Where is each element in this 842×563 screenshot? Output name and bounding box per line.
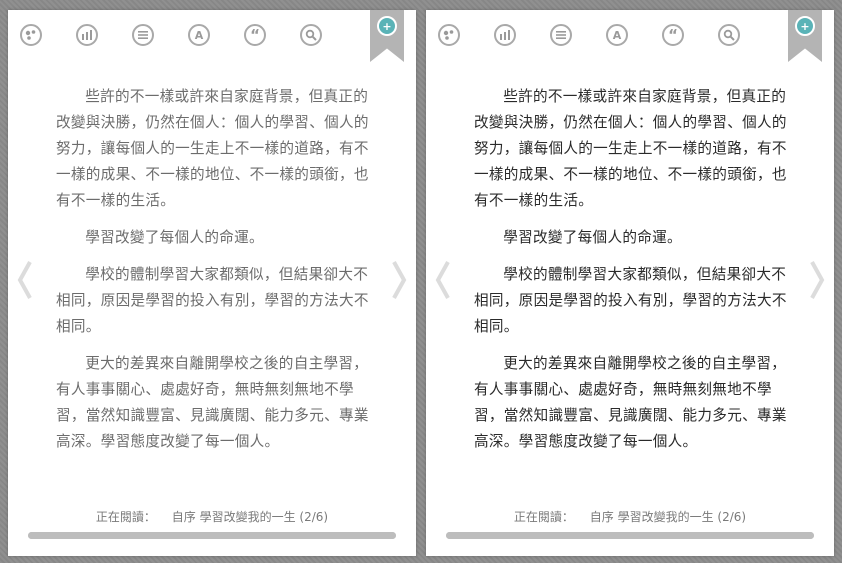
font-icon[interactable]: A bbox=[188, 24, 210, 46]
palette-icon[interactable] bbox=[438, 24, 460, 46]
list-icon[interactable] bbox=[550, 24, 572, 46]
paragraph: 些許的不一樣或許來自家庭背景，但真正的改變與決勝，仍然在個人：個人的學習、個人的… bbox=[474, 88, 787, 209]
paragraph: 些許的不一樣或許來自家庭背景，但真正的改變與決勝，仍然在個人：個人的學習、個人的… bbox=[56, 88, 369, 209]
paragraph: 學習改變了每個人的命運。 bbox=[503, 229, 682, 246]
progress-bar[interactable] bbox=[28, 532, 396, 539]
chart-icon[interactable] bbox=[76, 24, 98, 46]
font-icon[interactable]: A bbox=[606, 24, 628, 46]
progress-fill bbox=[28, 532, 396, 539]
reader-panel-left: A “ + 些許的不一樣或許來自家庭背景，但真正的改變與決勝，仍然在個人：個人的… bbox=[8, 10, 416, 556]
chevron-left-icon[interactable] bbox=[434, 260, 452, 300]
reading-status: 正在閱讀： 自序 學習改變我的一生 (2/6) bbox=[426, 508, 834, 525]
list-icon[interactable] bbox=[132, 24, 154, 46]
quote-icon[interactable]: “ bbox=[244, 24, 266, 46]
palette-icon[interactable] bbox=[20, 24, 42, 46]
reading-label: 正在閱讀： bbox=[513, 510, 574, 524]
bookmark-button[interactable]: + bbox=[788, 10, 822, 62]
progress-fill bbox=[446, 532, 814, 539]
quote-glyph: “ bbox=[668, 25, 678, 44]
reading-content: 些許的不一樣或許來自家庭背景，但真正的改變與決勝，仍然在個人：個人的學習、個人的… bbox=[474, 84, 788, 466]
chapter-title: 自序 學習改變我的一生 (2/6) bbox=[589, 510, 747, 524]
chapter-title: 自序 學習改變我的一生 (2/6) bbox=[171, 510, 329, 524]
quote-icon[interactable]: “ bbox=[662, 24, 684, 46]
chevron-right-icon[interactable] bbox=[390, 260, 408, 300]
paragraph: 更大的差異來自離開學校之後的自主學習，有人事事關心、處處好奇，無時無刻無地不學習… bbox=[474, 355, 787, 450]
bookmark-add-icon: + bbox=[377, 16, 397, 36]
reader-panel-right: A “ + 些許的不一樣或許來自家庭背景，但真正的改變與決勝，仍然在個人：個人的… bbox=[426, 10, 834, 556]
paragraph: 學習改變了每個人的命運。 bbox=[85, 229, 264, 246]
font-glyph: A bbox=[194, 28, 204, 42]
bookmark-button[interactable]: + bbox=[370, 10, 404, 62]
font-glyph: A bbox=[612, 28, 622, 42]
bookmark-add-icon: + bbox=[795, 16, 815, 36]
chevron-left-icon[interactable] bbox=[16, 260, 34, 300]
reading-label: 正在閱讀： bbox=[95, 510, 156, 524]
search-icon[interactable] bbox=[300, 24, 322, 46]
paragraph: 學校的體制學習大家都類似，但結果卻大不相同，原因是學習的投入有別，學習的方法大不… bbox=[56, 266, 369, 335]
paragraph: 更大的差異來自離開學校之後的自主學習，有人事事關心、處處好奇，無時無刻無地不學習… bbox=[56, 355, 369, 450]
chevron-right-icon[interactable] bbox=[808, 260, 826, 300]
reading-status: 正在閱讀： 自序 學習改變我的一生 (2/6) bbox=[8, 508, 416, 525]
chart-icon[interactable] bbox=[494, 24, 516, 46]
reading-content: 些許的不一樣或許來自家庭背景，但真正的改變與決勝，仍然在個人：個人的學習、個人的… bbox=[56, 84, 370, 466]
paragraph: 學校的體制學習大家都類似，但結果卻大不相同，原因是學習的投入有別，學習的方法大不… bbox=[474, 266, 787, 335]
progress-bar[interactable] bbox=[446, 532, 814, 539]
search-icon[interactable] bbox=[718, 24, 740, 46]
quote-glyph: “ bbox=[250, 25, 260, 44]
